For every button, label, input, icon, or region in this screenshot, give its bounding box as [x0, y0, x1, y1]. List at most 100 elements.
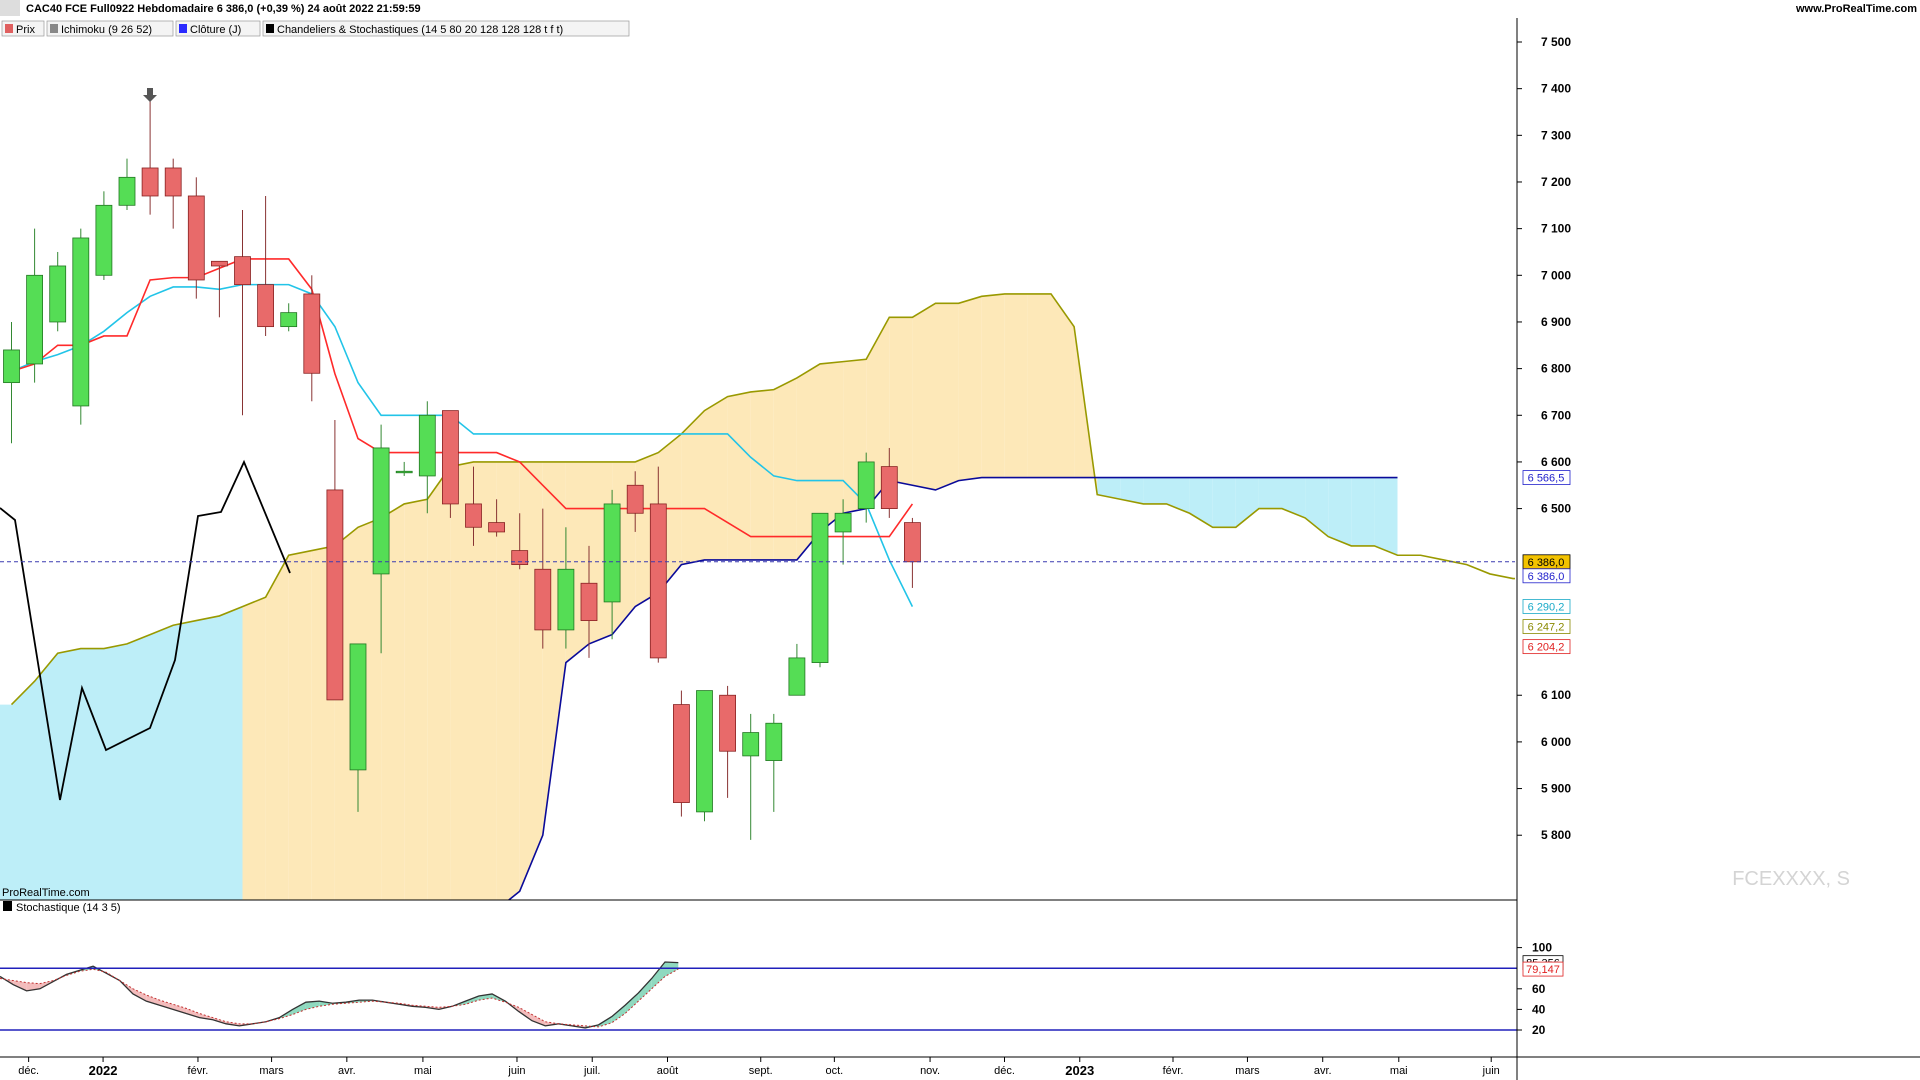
kumo-segment: [427, 466, 451, 900]
app-logo-icon: [0, 0, 20, 16]
price-tick-label: 7 100: [1541, 222, 1571, 236]
price-tag-label: 6 386,0: [1528, 571, 1565, 583]
price-tick-label: 6 900: [1541, 315, 1571, 329]
time-tick-label: 2022: [89, 1063, 118, 1078]
candle[interactable]: [880, 466, 898, 509]
stoch-tag-label: 79,147: [1526, 964, 1560, 976]
candle[interactable]: [257, 284, 275, 328]
candle[interactable]: [418, 414, 436, 477]
candle[interactable]: [603, 503, 621, 603]
legend-swatch: [5, 24, 13, 33]
price-tag-label: 6 290,2: [1528, 601, 1565, 613]
time-tick-label: sept.: [749, 1065, 773, 1077]
candle[interactable]: [326, 489, 344, 701]
candle[interactable]: [164, 167, 182, 197]
candle[interactable]: [95, 204, 113, 276]
time-tick-label: avr.: [1314, 1065, 1332, 1077]
candle[interactable]: [557, 568, 575, 631]
candle[interactable]: [626, 484, 644, 514]
legend-swatch: [50, 24, 58, 33]
candle[interactable]: [234, 256, 251, 286]
kumo-segment: [1027, 293, 1051, 478]
candle[interactable]: [3, 349, 20, 384]
time-tick-label: juin: [507, 1065, 525, 1077]
candle[interactable]: [788, 657, 806, 696]
time-tick-label: oct.: [825, 1065, 843, 1077]
candle[interactable]: [765, 722, 783, 761]
price-tick-label: 5 900: [1541, 782, 1571, 796]
price-tick-label: 6 700: [1541, 408, 1571, 422]
candle[interactable]: [534, 568, 552, 631]
price-tick-label: 6 800: [1541, 362, 1571, 376]
site-link[interactable]: www.ProRealTime.com: [1795, 3, 1917, 15]
candle[interactable]: [303, 293, 321, 374]
candle[interactable]: [210, 260, 228, 267]
candle[interactable]: [395, 470, 413, 474]
candle[interactable]: [742, 732, 760, 757]
time-tick-label: juin: [1482, 1065, 1500, 1077]
indicator-legend[interactable]: Prix Ichimoku (9 26 52) Clôture (J) Chandel…: [1, 20, 630, 37]
price-tick-label: 7 000: [1541, 268, 1571, 282]
stoch-legend-swatch: [3, 901, 12, 911]
kumo-segment: [773, 377, 797, 560]
candle[interactable]: [857, 461, 875, 510]
candle[interactable]: [465, 503, 482, 528]
stoch-tick-label: 20: [1532, 1023, 1546, 1037]
time-tick-label: avr.: [338, 1065, 356, 1077]
symbol-watermark: FCEXXXX, S: [1732, 868, 1850, 890]
candle[interactable]: [488, 522, 506, 533]
price-tag-label: 6 386,0: [1528, 557, 1565, 569]
candle[interactable]: [649, 503, 667, 659]
kumo-segment: [1143, 477, 1167, 504]
candle[interactable]: [280, 312, 298, 328]
kumo-segment: [1004, 293, 1028, 478]
time-tick-label: mars: [259, 1065, 284, 1077]
kumo-segment: [1328, 477, 1352, 546]
candle[interactable]: [696, 690, 713, 813]
candle[interactable]: [580, 582, 598, 621]
candle[interactable]: [511, 550, 529, 565]
candle[interactable]: [187, 195, 205, 281]
candle[interactable]: [26, 274, 44, 365]
chart-canvas[interactable]: 6 386 7 5007 4007 3007 2007 1007 0006 90…: [0, 0, 1920, 1080]
candle[interactable]: [49, 265, 67, 323]
candle[interactable]: [441, 410, 459, 505]
kumo-segment: [981, 293, 1005, 478]
candle[interactable]: [811, 512, 829, 663]
stoch-tick-label: 60: [1532, 982, 1546, 996]
price-tag-label: 6 247,2: [1528, 622, 1565, 634]
kumo-segment: [935, 303, 959, 490]
candle[interactable]: [372, 447, 390, 575]
kumo-segment: [1374, 477, 1398, 556]
kumo-segment: [958, 296, 982, 481]
candle[interactable]: [141, 167, 159, 197]
price-tick-label: 6 100: [1541, 688, 1571, 702]
kumo-segment: [242, 597, 266, 900]
kumo-segment: [404, 499, 428, 900]
price-tick-label: 6 000: [1541, 735, 1571, 749]
candle[interactable]: [72, 237, 90, 407]
candle[interactable]: [673, 704, 690, 803]
kumo-segment: [519, 461, 543, 892]
price-tick-label: 6 500: [1541, 502, 1571, 516]
candle[interactable]: [719, 694, 736, 752]
kumo-segment: [288, 550, 312, 900]
legend-swatch: [266, 24, 274, 33]
candle[interactable]: [349, 643, 367, 771]
candle[interactable]: [904, 522, 921, 563]
time-tick-label: août: [657, 1065, 678, 1077]
kumo-segment: [704, 396, 728, 560]
time-tick-label: 2023: [1065, 1063, 1094, 1078]
legend-label: Clôture (J): [190, 24, 241, 36]
kumo-segment: [265, 555, 289, 900]
kumo-segment: [750, 389, 774, 560]
price-tag-label: 6 566,5: [1528, 473, 1565, 485]
candle[interactable]: [118, 176, 136, 206]
price-tick-label: 7 300: [1541, 128, 1571, 142]
price-tick-label: 7 400: [1541, 82, 1571, 96]
kumo-segment: [912, 303, 936, 490]
kumo-segment: [1351, 477, 1375, 546]
kumo-segment: [1212, 477, 1236, 528]
candle[interactable]: [834, 512, 852, 533]
stoch-tick-label: 40: [1532, 1002, 1546, 1016]
